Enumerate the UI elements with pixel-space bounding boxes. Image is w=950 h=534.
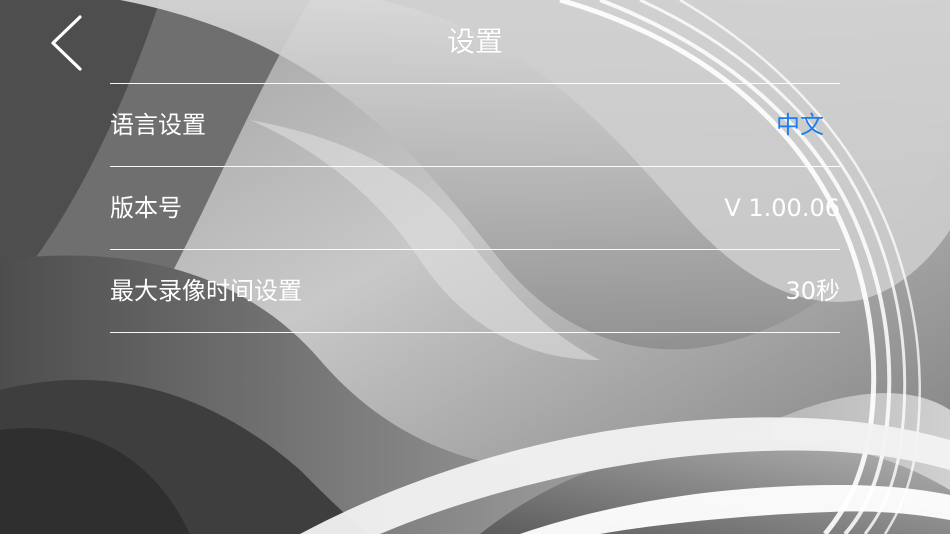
setting-value-language[interactable]: 中文 xyxy=(776,84,824,166)
settings-list: 语言设置 中文 版本号 V 1.00.06 最大录像时间设置 30秒 xyxy=(110,83,840,333)
setting-label-language: 语言设置 xyxy=(110,111,206,139)
setting-label-max-recording-time: 最大录像时间设置 xyxy=(110,277,302,305)
setting-row-language[interactable]: 语言设置 中文 xyxy=(110,84,840,167)
setting-value-version: V 1.00.06 xyxy=(724,194,840,222)
setting-row-max-recording-time[interactable]: 最大录像时间设置 30秒 xyxy=(110,250,840,333)
navigation-bar: 设置 xyxy=(0,0,950,84)
page-title: 设置 xyxy=(446,25,503,58)
setting-value-max-recording-time[interactable]: 30秒 xyxy=(785,250,840,332)
setting-row-version: 版本号 V 1.00.06 xyxy=(110,167,840,250)
setting-label-version: 版本号 xyxy=(110,194,182,222)
